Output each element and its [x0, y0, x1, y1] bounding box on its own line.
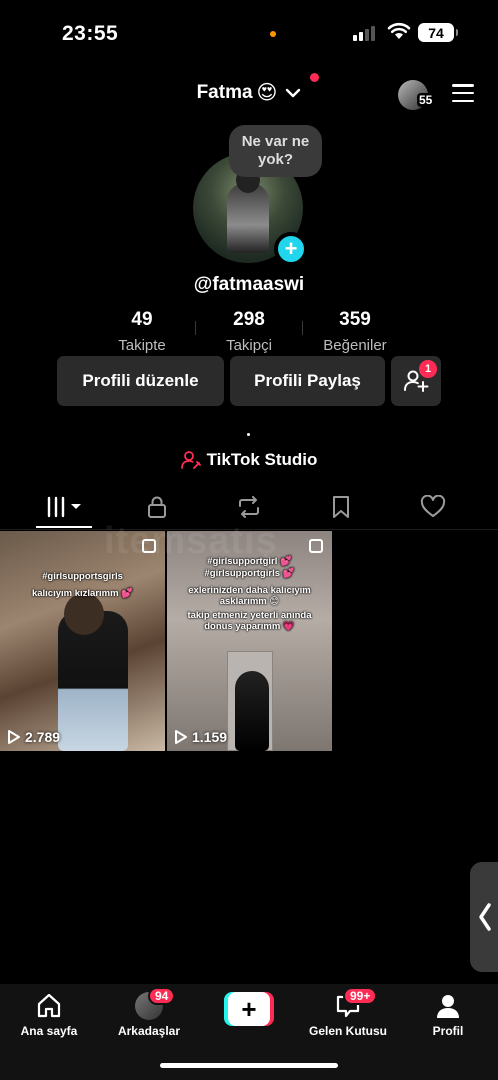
- video-caption: #girlsupportgirls 💕: [204, 568, 295, 579]
- create-button[interactable]: +: [224, 992, 274, 1026]
- share-profile-button[interactable]: Profili Paylaş: [230, 356, 385, 406]
- play-icon: [8, 730, 20, 744]
- add-friend-badge: 1: [419, 360, 437, 378]
- plus-icon: +: [228, 992, 270, 1026]
- following-avatar-count: 55: [417, 93, 435, 107]
- chevron-down-icon: [286, 88, 301, 97]
- status-bar: 23:55 74: [0, 0, 498, 60]
- mic-indicator-dot: [270, 31, 276, 37]
- home-icon: [37, 993, 61, 1018]
- video-caption: kalıcıyım kızlarımm 💕: [31, 588, 134, 599]
- status-time: 23:55: [62, 22, 119, 45]
- view-count-value: 2.789: [25, 729, 61, 745]
- tiktok-studio-link[interactable]: TikTok Studio: [0, 450, 498, 470]
- side-panel-handle[interactable]: [470, 862, 498, 972]
- add-story-plus-icon[interactable]: +: [274, 232, 308, 266]
- profile-handle: @fatmaaswi: [193, 274, 305, 295]
- tab-liked[interactable]: [403, 486, 463, 528]
- stat-value: 298: [233, 309, 265, 330]
- inbox-badge: 99+: [343, 987, 378, 1005]
- studio-label: TikTok Studio: [206, 450, 318, 469]
- nav-profile[interactable]: Profil: [403, 992, 493, 1038]
- tab-favorites[interactable]: [311, 486, 371, 528]
- battery-indicator: 74: [418, 23, 458, 42]
- multi-photo-icon: [309, 539, 323, 553]
- profile-username: Fatma: [196, 81, 253, 103]
- stat-label: Takipçi: [226, 337, 272, 354]
- home-indicator[interactable]: [160, 1063, 338, 1068]
- edit-profile-button[interactable]: Profili düzenle: [57, 356, 224, 406]
- nav-label: Ana sayfa: [20, 1024, 78, 1038]
- stat-value: 49: [131, 309, 153, 330]
- videos-grid-icon: [47, 496, 81, 518]
- tab-videos[interactable]: [34, 486, 94, 528]
- friends-badge: 94: [148, 987, 176, 1005]
- nav-label: Profil: [432, 1024, 464, 1038]
- profile-icon: [437, 995, 459, 1018]
- wifi-icon: [387, 22, 411, 39]
- bookmark-icon: [333, 496, 349, 518]
- dot-indicator: [247, 433, 250, 436]
- video-thumbnail[interactable]: #girlsupportsgirls kalıcıyım kızlarımm 💕…: [0, 531, 165, 751]
- stat-following[interactable]: 49 Takipte: [87, 309, 197, 354]
- video-caption: #girlsupportsgirls: [42, 571, 123, 582]
- cellular-signal-icon: [353, 25, 375, 41]
- video-thumbnail[interactable]: #girlsupportgirl 💕 #girlsupportgirls 💕 e…: [167, 531, 332, 751]
- nav-label: Arkadaşlar: [117, 1024, 181, 1038]
- username-emoji: 😍: [256, 82, 278, 104]
- video-caption: takip etmeniz yeterli anında donus yapar…: [187, 610, 312, 632]
- repost-icon: [239, 496, 259, 518]
- heart-icon: [420, 495, 446, 517]
- stat-label: Beğeniler: [323, 337, 387, 354]
- stat-value: 359: [339, 309, 371, 330]
- studio-person-icon: [180, 451, 201, 469]
- view-count-value: 1.159: [192, 729, 228, 745]
- view-count: 2.789: [7, 729, 60, 745]
- watermark-text: itemsatış: [104, 520, 278, 562]
- menu-icon[interactable]: [452, 84, 474, 102]
- stat-followers[interactable]: 298 Takipçi: [194, 309, 304, 354]
- play-icon: [175, 730, 187, 744]
- active-tab-underline: [36, 526, 92, 528]
- nav-home[interactable]: Ana sayfa: [4, 992, 94, 1038]
- lock-icon: [148, 496, 166, 518]
- stat-likes[interactable]: 359 Beğeniler: [300, 309, 410, 354]
- chevron-left-icon: [479, 903, 491, 931]
- view-count: 1.159: [174, 729, 227, 745]
- notification-dot: [310, 73, 319, 82]
- video-caption: exlerinizden daha kalıcıyım asklarımm 😊: [188, 585, 311, 607]
- nav-label: Gelen Kutusu: [308, 1024, 387, 1038]
- stat-label: Takipte: [118, 337, 166, 354]
- note-bubble[interactable]: Ne var ne yok?: [229, 125, 322, 177]
